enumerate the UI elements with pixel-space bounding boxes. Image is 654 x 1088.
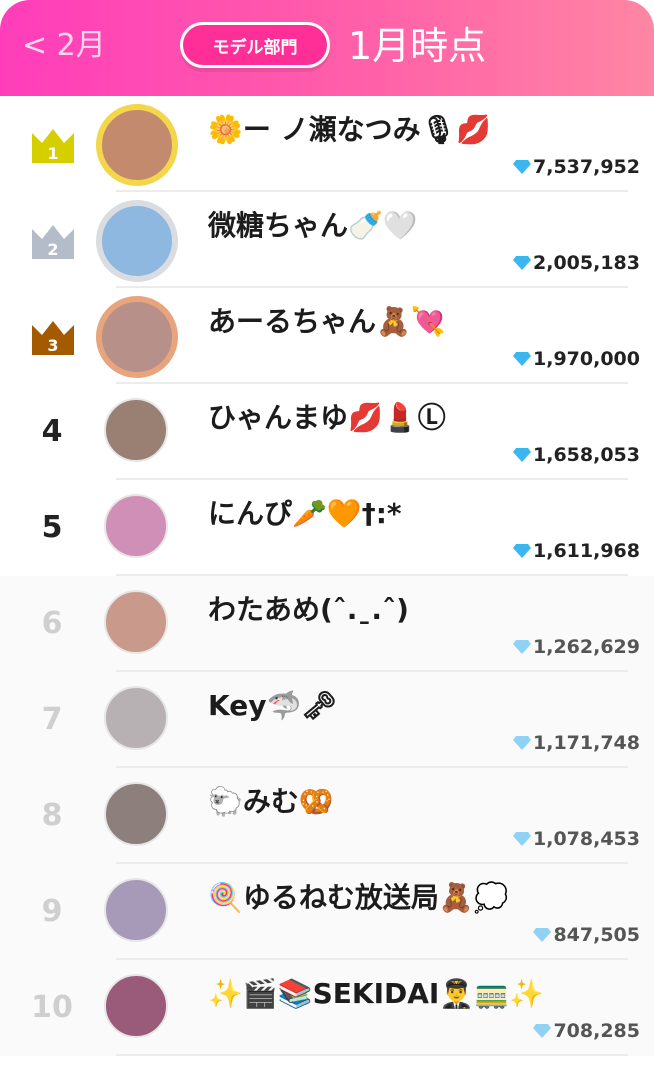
diamond-icon: [513, 160, 532, 174]
ranking-row[interactable]: 7 Key🦈🗝 1,171,748: [0, 672, 654, 768]
score-value: 1,658,053: [513, 444, 640, 466]
ranking-row[interactable]: 9 🍭ゆるねむ放送局🧸💭 847,505: [0, 864, 654, 960]
score-value: 1,970,000: [513, 348, 640, 370]
avatar[interactable]: [96, 200, 178, 282]
ranking-row[interactable]: 10 ✨🎬📚SEKIDAI👨‍✈️🚃✨ 708,285: [0, 960, 654, 1056]
diamond-icon: [513, 736, 532, 750]
user-name: にんぴ🥕🧡†:*: [208, 497, 402, 530]
user-name: 微糖ちゃん🍼🤍: [208, 209, 418, 242]
bronze-crown-icon: 3: [32, 321, 74, 355]
score-value: 708,285: [533, 1020, 640, 1042]
diamond-icon: [533, 928, 552, 942]
user-name: ひゃんまゆ💋💄Ⓛ: [208, 401, 446, 434]
header-bar: < 2月 モデル部門 1月時点: [0, 0, 654, 96]
rank-number: 10: [31, 990, 73, 1025]
score-text: 1,611,968: [533, 540, 640, 562]
score-text: 1,171,748: [533, 732, 640, 754]
rank-number: 6: [41, 606, 63, 641]
rank-number: 9: [41, 894, 63, 929]
user-name: 🍭ゆるねむ放送局🧸💭: [208, 881, 509, 914]
rank-number: 7: [41, 702, 63, 737]
category-pill[interactable]: モデル部門: [180, 22, 330, 68]
user-name: 🐑みむ🥨: [208, 785, 334, 818]
ranking-list: 1 🌼ー ノ瀬なつみ🎙💋 7,537,952 2 微糖ちゃん🍼🤍 2,005,1…: [0, 96, 654, 1056]
score-value: 1,611,968: [513, 540, 640, 562]
score-text: 1,970,000: [533, 348, 640, 370]
rank-number: 4: [41, 414, 63, 449]
score-text: 1,078,453: [533, 828, 640, 850]
avatar[interactable]: [104, 398, 168, 462]
avatar[interactable]: [104, 590, 168, 654]
ranking-row[interactable]: 8 🐑みむ🥨 1,078,453: [0, 768, 654, 864]
score-text: 1,658,053: [533, 444, 640, 466]
diamond-icon: [533, 1024, 552, 1038]
score-value: 7,537,952: [513, 156, 640, 178]
silver-crown-icon: 2: [32, 225, 74, 259]
ranking-row[interactable]: 3 あーるちゃん🧸💘 1,970,000: [0, 288, 654, 384]
diamond-icon: [513, 832, 532, 846]
diamond-icon: [513, 640, 532, 654]
user-name: わたあめ(ˆ.ˍ.ˆ): [208, 593, 409, 626]
rank-number: 3: [47, 336, 58, 355]
ranking-row[interactable]: 6 わたあめ(ˆ.ˍ.ˆ) 1,262,629: [0, 576, 654, 672]
score-text: 708,285: [553, 1020, 640, 1042]
score-value: 1,262,629: [513, 636, 640, 658]
rank-number: 2: [47, 240, 58, 259]
user-name: ✨🎬📚SEKIDAI👨‍✈️🚃✨: [208, 977, 544, 1010]
ranking-row[interactable]: 4 ひゃんまゆ💋💄Ⓛ 1,658,053: [0, 384, 654, 480]
rank-number: 1: [47, 144, 58, 163]
ranking-row[interactable]: 1 🌼ー ノ瀬なつみ🎙💋 7,537,952: [0, 96, 654, 192]
divider: [116, 1054, 628, 1056]
avatar[interactable]: [104, 974, 168, 1038]
diamond-icon: [513, 256, 532, 270]
ranking-row[interactable]: 5 にんぴ🥕🧡†:* 1,611,968: [0, 480, 654, 576]
diamond-icon: [513, 352, 532, 366]
gold-crown-icon: 1: [32, 129, 74, 163]
avatar[interactable]: [96, 296, 178, 378]
score-text: 7,537,952: [533, 156, 640, 178]
avatar[interactable]: [104, 782, 168, 846]
score-value: 847,505: [533, 924, 640, 946]
avatar[interactable]: [104, 686, 168, 750]
month-title: 1月時点: [348, 24, 487, 68]
diamond-icon: [513, 448, 532, 462]
ranking-card: < 2月 モデル部門 1月時点 1 🌼ー ノ瀬なつみ🎙💋 7,537,952 2: [0, 0, 654, 1088]
previous-month-link[interactable]: < 2月: [22, 26, 106, 66]
avatar[interactable]: [104, 494, 168, 558]
rank-number: 8: [41, 798, 63, 833]
avatar[interactable]: [96, 104, 178, 186]
rank-number: 5: [41, 510, 63, 545]
diamond-icon: [513, 544, 532, 558]
score-value: 1,171,748: [513, 732, 640, 754]
user-name: Key🦈🗝: [208, 689, 337, 722]
score-value: 2,005,183: [513, 252, 640, 274]
score-text: 847,505: [553, 924, 640, 946]
score-text: 2,005,183: [533, 252, 640, 274]
user-name: 🌼ー ノ瀬なつみ🎙💋: [208, 113, 492, 146]
ranking-row[interactable]: 2 微糖ちゃん🍼🤍 2,005,183: [0, 192, 654, 288]
avatar[interactable]: [104, 878, 168, 942]
user-name: あーるちゃん🧸💘: [208, 305, 446, 338]
score-text: 1,262,629: [533, 636, 640, 658]
score-value: 1,078,453: [513, 828, 640, 850]
